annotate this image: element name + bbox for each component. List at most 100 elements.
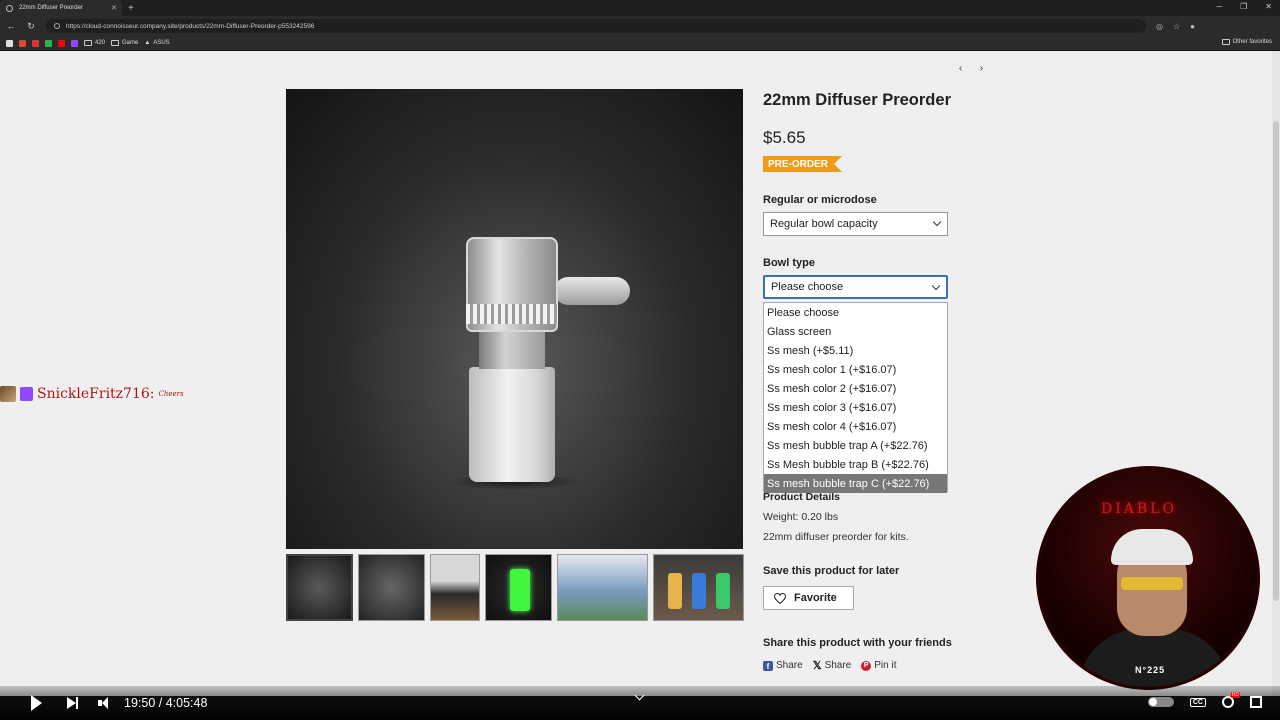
- share-facebook-button[interactable]: f Share: [763, 659, 803, 672]
- thumbnail-6[interactable]: [653, 554, 744, 621]
- x-icon: 𝕏: [812, 660, 822, 672]
- thumbnail-4[interactable]: [485, 554, 552, 621]
- bookmark-icon[interactable]: [32, 39, 39, 47]
- next-icon[interactable]: [67, 697, 78, 709]
- bookmark-folder-420[interactable]: 420: [84, 40, 105, 46]
- dropdown-option[interactable]: Glass screen: [764, 322, 947, 341]
- playback-time: 19:50 / 4:05:48: [124, 696, 208, 710]
- dropdown-option[interactable]: Please choose: [764, 303, 947, 322]
- product-weight: Weight: 0.20 lbs: [763, 511, 839, 523]
- glass-neck: [479, 329, 545, 369]
- site-info-icon[interactable]: [54, 23, 60, 29]
- product-price: $5.65: [763, 128, 806, 147]
- bowl-a: [668, 573, 682, 609]
- bookmark-asus[interactable]: ▲ ASUS: [144, 40, 169, 46]
- minimize-icon[interactable]: ─: [1216, 2, 1222, 11]
- dropdown-option[interactable]: Ss mesh (+$5.11): [764, 341, 947, 360]
- thumbnail-5[interactable]: [557, 554, 648, 621]
- back-icon[interactable]: ←: [6, 21, 16, 31]
- dropdown-option[interactable]: Ss Mesh bubble trap B (+$22.76): [764, 455, 947, 474]
- profile-icon[interactable]: ●: [1190, 22, 1195, 31]
- dropdown-option[interactable]: Ss mesh bubble trap A (+$22.76): [764, 436, 947, 455]
- product-title: 22mm Diffuser Preorder: [763, 91, 951, 109]
- close-window-icon[interactable]: ✕: [1265, 2, 1272, 11]
- autoplay-toggle[interactable]: [1147, 697, 1174, 707]
- thumbnail-strip: [286, 554, 744, 622]
- share-x-button[interactable]: 𝕏 Share: [813, 659, 852, 672]
- bookmark-icon[interactable]: [19, 39, 26, 47]
- option2-value: Please choose: [771, 281, 844, 293]
- favorite-button[interactable]: Favorite: [763, 586, 854, 610]
- bowl-c: [716, 573, 730, 609]
- new-tab-icon[interactable]: +: [128, 3, 134, 14]
- previous-product-icon[interactable]: ‹: [959, 63, 962, 74]
- folder-icon: [1221, 39, 1230, 45]
- bookmark-icon[interactable]: [6, 39, 13, 47]
- webcam-cap: [1111, 529, 1193, 565]
- favorites-icon[interactable]: ☆: [1173, 22, 1180, 31]
- glass-handle: [554, 277, 630, 305]
- asus-icon: ▲: [144, 40, 151, 46]
- option1-value: Regular bowl capacity: [770, 218, 878, 230]
- bowl-b: [692, 573, 706, 609]
- chevron-down-icon: [932, 217, 942, 227]
- chat-emote: Cheers: [158, 390, 184, 398]
- dropdown-option[interactable]: Ss mesh color 4 (+$16.07): [764, 417, 947, 436]
- dropdown-option-highlighted[interactable]: Ss mesh bubble trap C (+$22.76): [764, 474, 947, 493]
- chat-username: SnickleFritz716:: [37, 386, 155, 402]
- bowl-type-select[interactable]: Please choose: [763, 275, 948, 299]
- next-product-icon[interactable]: ›: [980, 63, 983, 74]
- restore-icon[interactable]: ❐: [1240, 2, 1247, 11]
- preorder-badge: PRE-ORDER: [763, 156, 843, 172]
- dropdown-option[interactable]: Ss mesh color 3 (+$16.07): [764, 398, 947, 417]
- webcam-logo: DIABLO: [1101, 501, 1177, 517]
- share-pinterest-label: Pin it: [874, 660, 897, 671]
- other-favorites[interactable]: Other favorites: [1221, 39, 1272, 45]
- close-tab-icon[interactable]: ✕: [111, 4, 117, 12]
- browser-tab[interactable]: 22mm Diffuser Preorder ✕: [0, 0, 122, 16]
- fullscreen-icon[interactable]: [1250, 696, 1262, 708]
- share-heading: Share this product with your friends: [763, 637, 952, 649]
- product-navigation: ‹ ›: [950, 61, 992, 75]
- bookmark-folder-game[interactable]: Game: [111, 40, 138, 46]
- bookmark-icon[interactable]: [45, 39, 52, 47]
- product-main-image[interactable]: [286, 89, 743, 549]
- dropdown-option[interactable]: Ss mesh color 2 (+$16.07): [764, 379, 947, 398]
- extension-icon[interactable]: ◎: [1156, 22, 1163, 31]
- play-icon[interactable]: [31, 695, 42, 711]
- page-scrollbar[interactable]: [1272, 51, 1280, 696]
- twitch-icon: [20, 387, 33, 401]
- scroll-thumb[interactable]: [1273, 121, 1279, 601]
- refresh-icon[interactable]: ↻: [26, 21, 36, 32]
- webcam-overlay: DIABLO N°225: [1036, 466, 1260, 690]
- chevron-down-icon[interactable]: [634, 690, 645, 701]
- glass-diffuser: [466, 304, 558, 324]
- browser-tab-bar: 22mm Diffuser Preorder ✕ + ─ ❐ ✕: [0, 0, 1280, 16]
- window-controls: ─ ❐ ✕: [1216, 2, 1272, 11]
- option1-label: Regular or microdose: [763, 194, 877, 206]
- thumbnail-2[interactable]: [358, 554, 425, 621]
- webcam-body: [1079, 629, 1229, 687]
- tab-title: 22mm Diffuser Preorder: [19, 5, 83, 11]
- green-bowl: [510, 569, 530, 611]
- share-pinterest-button[interactable]: P Pin it: [861, 659, 896, 672]
- folder-icon: [84, 40, 92, 46]
- thumbnail-1[interactable]: [286, 554, 353, 621]
- product-description: 22mm diffuser preorder for kits.: [763, 531, 909, 543]
- share-facebook-label: Share: [776, 660, 803, 671]
- settings-icon[interactable]: HD: [1222, 692, 1240, 708]
- volume-icon[interactable]: [98, 697, 108, 709]
- chevron-down-icon: [931, 281, 941, 291]
- thumbnail-3[interactable]: [430, 554, 480, 621]
- captions-icon[interactable]: CC: [1189, 697, 1206, 707]
- globe-icon: [6, 4, 13, 12]
- regular-microdose-select[interactable]: Regular bowl capacity: [763, 212, 948, 236]
- url-field[interactable]: https://cloud-connoisseur.company.site/p…: [46, 19, 1146, 33]
- webcam-glasses: [1121, 577, 1183, 590]
- address-bar-row: ← ↻ https://cloud-connoisseur.company.si…: [0, 16, 1280, 36]
- dropdown-option[interactable]: Ss mesh color 1 (+$16.07): [764, 360, 947, 379]
- chat-overlay: SnickleFritz716: Cheers: [0, 386, 184, 402]
- twitch-icon[interactable]: [71, 39, 78, 47]
- extension-icons: ◎ ☆ ●: [1156, 22, 1195, 31]
- youtube-icon[interactable]: [58, 39, 65, 47]
